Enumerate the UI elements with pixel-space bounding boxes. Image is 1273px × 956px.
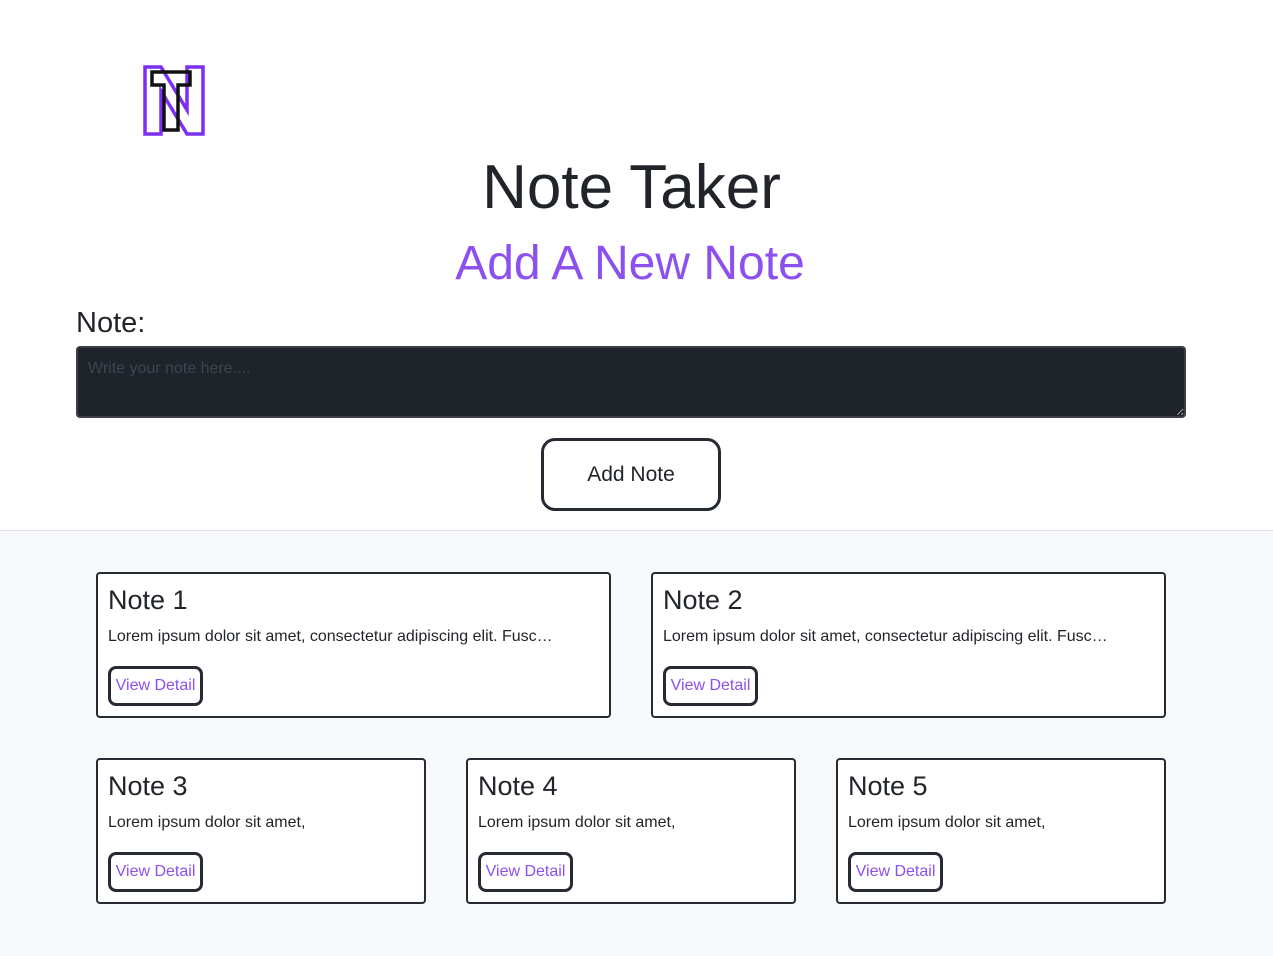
note-title: Note 5 [848, 771, 928, 801]
note-title: Note 1 [108, 585, 188, 615]
view-detail-button[interactable]: View Detail [108, 852, 203, 892]
notes-list: Note 1 Lorem ipsum dolor sit amet, conse… [0, 531, 1273, 956]
note-title: Note 3 [108, 771, 188, 801]
note-text: Lorem ipsum dolor sit amet, consectetur … [108, 628, 555, 645]
note-text: Lorem ipsum dolor sit amet, [478, 814, 676, 831]
view-detail-button[interactable]: View Detail [663, 666, 758, 706]
nt-logo-icon [143, 65, 205, 136]
note-text: Lorem ipsum dolor sit amet, [108, 814, 306, 831]
note-text: Lorem ipsum dolor sit amet, [848, 814, 1046, 831]
note-card: Note 1 Lorem ipsum dolor sit amet, conse… [96, 572, 611, 718]
add-note-button[interactable]: Add Note [541, 438, 721, 511]
note-card: Note 3 Lorem ipsum dolor sit amet, View … [96, 758, 426, 904]
page-subtitle: Add A New Note [455, 237, 805, 290]
note-textarea[interactable] [76, 346, 1186, 418]
header-section: Note Taker Add A New Note Note: Add Note [0, 0, 1273, 531]
note-card: Note 4 Lorem ipsum dolor sit amet, View … [466, 758, 796, 904]
view-detail-button[interactable]: View Detail [108, 666, 203, 706]
view-detail-button[interactable]: View Detail [478, 852, 573, 892]
note-text: Lorem ipsum dolor sit amet, consectetur … [663, 628, 1110, 645]
note-label: Note: [76, 307, 146, 339]
note-title: Note 4 [478, 771, 558, 801]
view-detail-button[interactable]: View Detail [848, 852, 943, 892]
note-title: Note 2 [663, 585, 743, 615]
note-card: Note 5 Lorem ipsum dolor sit amet, View … [836, 758, 1166, 904]
page-title: Note Taker [482, 153, 781, 222]
note-card: Note 2 Lorem ipsum dolor sit amet, conse… [651, 572, 1166, 718]
